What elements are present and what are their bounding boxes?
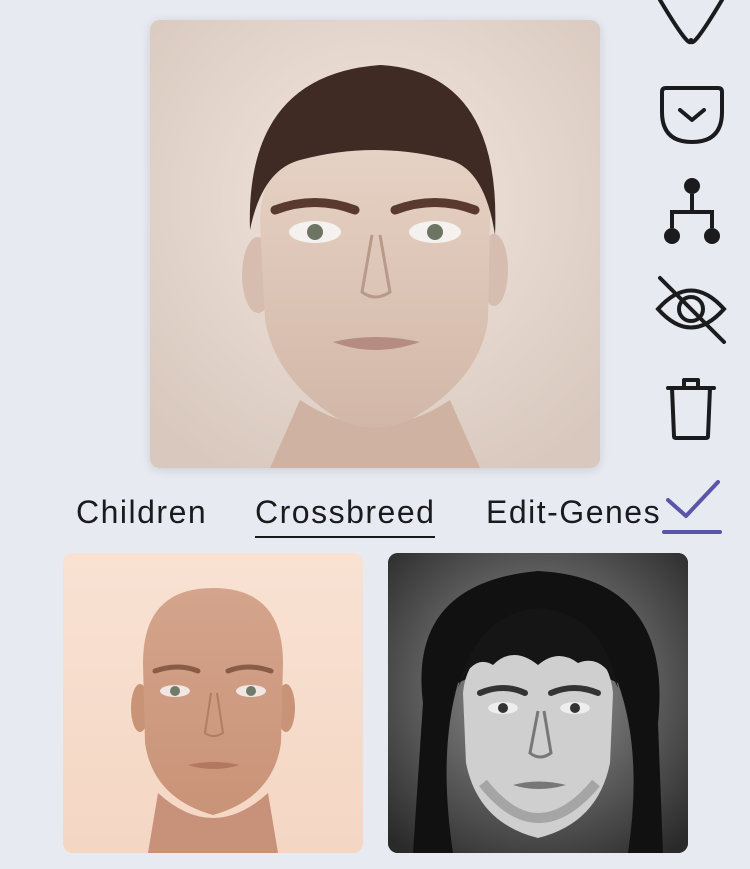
tab-children[interactable]: Children <box>76 492 207 532</box>
eye-off-icon[interactable] <box>654 272 728 346</box>
family-tree-icon[interactable] <box>660 176 724 248</box>
heart-icon[interactable] <box>654 0 728 48</box>
parent-a-image[interactable] <box>63 553 363 853</box>
pocket-save-icon[interactable] <box>658 84 726 146</box>
offspring-portrait-image[interactable] <box>150 20 600 468</box>
parent-b-art <box>388 553 688 853</box>
tab-edit-genes[interactable]: Edit-Genes <box>486 492 661 532</box>
check-icon[interactable] <box>660 478 724 536</box>
tab-crossbreed[interactable]: Crossbreed <box>255 492 436 538</box>
offspring-portrait-art <box>150 20 600 468</box>
parent-a-art <box>63 553 363 853</box>
parent-b-image[interactable] <box>388 553 688 853</box>
tab-bar: Children Crossbreed Edit-Genes <box>0 492 750 540</box>
trash-icon[interactable] <box>664 374 718 442</box>
